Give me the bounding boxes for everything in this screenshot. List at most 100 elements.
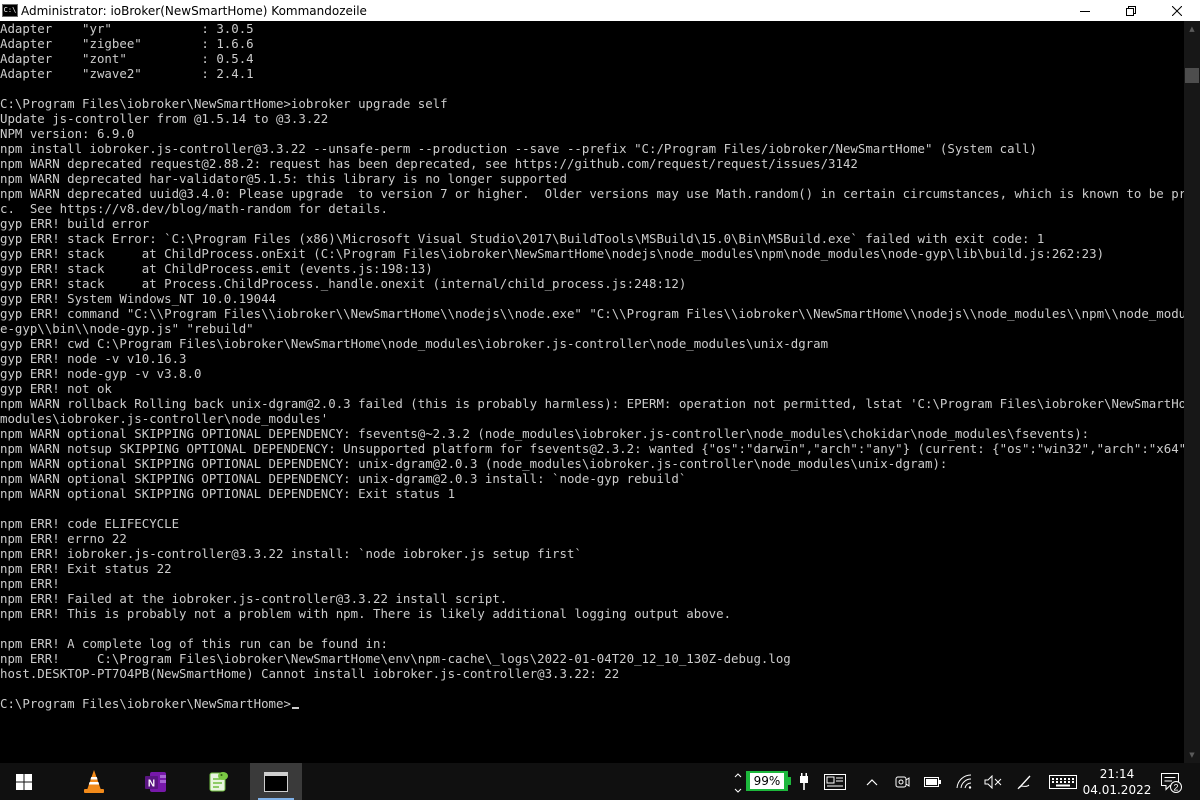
taskbar-app-onenote[interactable]: N bbox=[134, 763, 178, 800]
window-title-bar[interactable]: C:\ Administrator: ioBroker(NewSmartHome… bbox=[0, 0, 1200, 21]
keyboard-icon bbox=[1049, 774, 1077, 789]
console-line: npm WARN optional SKIPPING OPTIONAL DEPE… bbox=[0, 456, 948, 471]
chevron-up-icon bbox=[866, 778, 878, 785]
scrollbar-thumb[interactable] bbox=[1185, 68, 1199, 83]
restore-icon bbox=[1126, 5, 1136, 16]
console-line: npm WARN optional SKIPPING OPTIONAL DEPE… bbox=[0, 471, 687, 486]
taskbar-app-vlc[interactable] bbox=[72, 763, 116, 800]
console-line: npm WARN optional SKIPPING OPTIONAL DEPE… bbox=[0, 426, 1090, 441]
windows-logo-icon bbox=[16, 773, 32, 790]
notepad-plus-plus-icon bbox=[209, 771, 228, 791]
command-prompt-icon[interactable]: C:\ bbox=[2, 4, 18, 17]
console-line: npm WARN deprecated request@2.88.2: requ… bbox=[0, 156, 858, 171]
taskbar-app-notepad-plus-plus[interactable] bbox=[196, 763, 240, 800]
console-line: npm ERR! This is probably not a problem … bbox=[0, 606, 732, 621]
console-line: gyp ERR! build error bbox=[0, 216, 150, 231]
taskbar: N 99% 21:14 04.01.2022 2 bbox=[0, 763, 1200, 800]
console-line: NPM version: 6.9.0 bbox=[0, 126, 135, 141]
console-lines: Adapter "yr" : 3.0.5 Adapter "zigbee" : 1… bbox=[0, 21, 1184, 696]
console-line: gyp ERR! cwd C:\Program Files\iobroker\N… bbox=[0, 336, 829, 351]
console-output[interactable]: Adapter "yr" : 3.0.5 Adapter "zigbee" : 1… bbox=[0, 21, 1184, 763]
console-line: npm ERR! C:\Program Files\iobroker\NewSm… bbox=[0, 651, 791, 666]
battery-percent: 99% bbox=[749, 773, 785, 789]
volume-muted-icon bbox=[984, 774, 1002, 789]
console-line: npm ERR! Failed at the iobroker.js-contr… bbox=[0, 591, 508, 606]
console-line: Adapter "zigbee" : 1.6.6 bbox=[0, 36, 254, 51]
console-line: Update js-controller from @1.5.14 to @3.… bbox=[0, 111, 329, 126]
console-line: gyp ERR! System Windows_NT 10.0.19044 bbox=[0, 291, 277, 306]
show-hidden-icons[interactable] bbox=[862, 763, 882, 800]
console-line: gyp ERR! stack at Process.ChildProcess._… bbox=[0, 276, 687, 291]
console-line: Adapter "yr" : 3.0.5 bbox=[0, 21, 254, 36]
console-line: npm WARN optional SKIPPING OPTIONAL DEPE… bbox=[0, 486, 456, 501]
tray-pen[interactable] bbox=[1014, 763, 1036, 800]
console-line: npm ERR! A complete log of this run can … bbox=[0, 636, 388, 651]
tray-expand-icon bbox=[734, 772, 742, 793]
tray-wifi[interactable] bbox=[954, 763, 976, 800]
console-line: gyp ERR! not ok bbox=[0, 381, 112, 396]
console-line: gyp ERR! stack Error: `C:\Program Files … bbox=[0, 231, 1045, 246]
tray-volume-muted[interactable] bbox=[982, 763, 1004, 800]
console-line: Adapter "zwave2" : 2.4.1 bbox=[0, 66, 254, 81]
tray-clock[interactable]: 21:14 04.01.2022 bbox=[1078, 763, 1156, 800]
console-line: npm WARN deprecated uuid@3.4.0: Please u… bbox=[0, 186, 1184, 201]
clock-time: 21:14 bbox=[1099, 767, 1135, 781]
console-line: Adapter "zont" : 0.5.4 bbox=[0, 51, 254, 66]
notification-count: 2 bbox=[1173, 782, 1178, 792]
news-widget[interactable] bbox=[822, 763, 848, 800]
vlc-cone-icon bbox=[84, 769, 104, 793]
console-line: gyp ERR! node -v v10.16.3 bbox=[0, 351, 187, 366]
scroll-down-arrow-icon[interactable]: ▼ bbox=[1184, 747, 1200, 763]
minimize-button[interactable] bbox=[1062, 0, 1108, 21]
taskbar-app-command-prompt[interactable] bbox=[250, 763, 302, 800]
power-plug[interactable] bbox=[796, 763, 812, 800]
news-icon bbox=[824, 773, 846, 790]
console-line: npm ERR! errno 22 bbox=[0, 531, 127, 546]
battery-icon bbox=[924, 776, 941, 787]
tray-expand[interactable] bbox=[732, 765, 744, 798]
close-button[interactable] bbox=[1154, 0, 1200, 21]
action-center-button[interactable]: 2 bbox=[1160, 771, 1182, 793]
tray-camera[interactable] bbox=[892, 763, 912, 800]
console-line: npm ERR! iobroker.js-controller@3.3.22 i… bbox=[0, 546, 582, 561]
tray-battery[interactable] bbox=[922, 763, 944, 800]
battery-indicator[interactable]: 99% bbox=[746, 771, 788, 791]
minimize-icon bbox=[1080, 10, 1090, 12]
scroll-up-arrow-icon[interactable]: ▲ bbox=[1184, 21, 1200, 37]
console-line: c. See https://v8.dev/blog/math-random f… bbox=[0, 201, 388, 216]
vertical-scrollbar[interactable]: ▲ ▼ bbox=[1184, 21, 1200, 763]
power-plug-icon bbox=[800, 772, 808, 790]
console-line: npm WARN deprecated har-validator@5.1.5:… bbox=[0, 171, 567, 186]
console-line: npm ERR! bbox=[0, 576, 60, 591]
console-line: npm install iobroker.js-controller@3.3.2… bbox=[0, 141, 1037, 156]
console-line: gyp ERR! command "C:\\Program Files\\iob… bbox=[0, 306, 1184, 321]
console-line: npm ERR! Exit status 22 bbox=[0, 561, 172, 576]
camera-icon bbox=[895, 776, 910, 787]
start-button[interactable] bbox=[0, 763, 48, 800]
onenote-icon: N bbox=[145, 771, 166, 792]
console-line: C:\Program Files\iobroker\NewSmartHome>i… bbox=[0, 96, 448, 111]
console-prompt-line[interactable]: C:\Program Files\iobroker\NewSmartHome> bbox=[0, 696, 1184, 711]
console-line: e-gyp\\bin\\node-gyp.js" "rebuild" bbox=[0, 321, 254, 336]
tray-touch-keyboard[interactable] bbox=[1046, 763, 1080, 800]
battery-tip bbox=[788, 777, 791, 785]
console-line: gyp ERR! node-gyp -v v3.8.0 bbox=[0, 366, 202, 381]
console-line: gyp ERR! stack at ChildProcess.emit (eve… bbox=[0, 261, 433, 276]
console-line: npm WARN notsup SKIPPING OPTIONAL DEPEND… bbox=[0, 441, 1184, 456]
console-prompt: C:\Program Files\iobroker\NewSmartHome> bbox=[0, 696, 291, 711]
wifi-icon bbox=[956, 773, 972, 789]
console-line: host.DESKTOP-PT7O4PB(NewSmartHome) Canno… bbox=[0, 666, 620, 681]
console-line: gyp ERR! stack at ChildProcess.onExit (C… bbox=[0, 246, 1105, 261]
close-icon bbox=[1172, 5, 1182, 16]
notification-icon: 2 bbox=[1161, 773, 1182, 793]
text-cursor bbox=[291, 707, 299, 709]
window-title: Administrator: ioBroker(NewSmartHome) Ko… bbox=[21, 3, 367, 18]
onenote-letter: N bbox=[148, 778, 155, 789]
console-line: npm ERR! code ELIFECYCLE bbox=[0, 516, 180, 531]
terminal-icon bbox=[264, 771, 288, 792]
restore-button[interactable] bbox=[1108, 0, 1154, 21]
pen-icon bbox=[1017, 775, 1031, 789]
console-line: npm WARN rollback Rolling back unix-dgra… bbox=[0, 396, 1184, 411]
